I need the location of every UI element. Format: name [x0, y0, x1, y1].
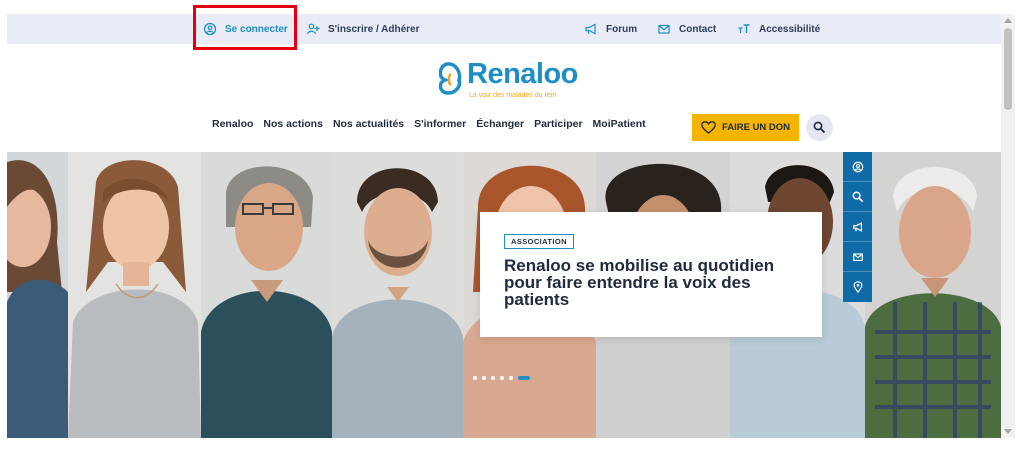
side-forum-button[interactable]	[843, 212, 872, 242]
utility-bar: Se connecter S'inscrire / Adhérer Forum …	[7, 14, 1001, 44]
search-icon	[813, 121, 826, 134]
envelope-icon	[658, 24, 670, 34]
carousel-dot[interactable]	[509, 376, 513, 380]
forum-label: Forum	[606, 23, 638, 35]
logo-tagline: La voix des malades du rein	[469, 92, 557, 99]
nav-item-s-informer[interactable]: S'informer	[414, 118, 466, 130]
contact-link[interactable]: Contact	[657, 14, 716, 44]
nav-item-moipatient[interactable]: MoiPatient	[593, 118, 646, 130]
scrollbar-thumb[interactable]	[1004, 28, 1012, 110]
accessibility-label: Accessibilité	[759, 23, 821, 35]
envelope-icon	[852, 252, 863, 261]
site-logo[interactable]: Renaloo La voix des malades du rein	[437, 58, 578, 103]
forum-link[interactable]: Forum	[584, 14, 637, 44]
side-account-button[interactable]	[843, 152, 872, 182]
side-search-button[interactable]	[843, 182, 872, 212]
scroll-up-arrow[interactable]	[1004, 18, 1012, 23]
register-link[interactable]: S'inscrire / Adhérer	[306, 14, 420, 44]
carousel-dots	[473, 376, 530, 380]
highlight-box	[193, 5, 297, 50]
nav-item-renaloo[interactable]: Renaloo	[212, 118, 253, 130]
contact-label: Contact	[679, 23, 717, 35]
nav-item-participer[interactable]: Participer	[534, 118, 582, 130]
nav-item-echanger[interactable]: Échanger	[476, 118, 524, 130]
side-location-button[interactable]	[843, 272, 872, 302]
side-contact-button[interactable]	[843, 242, 872, 272]
hero-photo	[68, 152, 201, 438]
search-icon	[852, 191, 863, 202]
megaphone-icon	[852, 221, 862, 232]
hero-photo	[7, 152, 68, 438]
hero-photo	[201, 152, 332, 438]
heart-icon	[701, 121, 716, 134]
hero-photo	[332, 152, 463, 438]
scroll-down-arrow[interactable]	[1004, 429, 1012, 434]
category-badge[interactable]: ASSOCIATION	[504, 234, 574, 249]
donate-button[interactable]: FAIRE UN DON	[692, 114, 799, 141]
nav-item-nos-actions[interactable]: Nos actions	[263, 118, 323, 130]
accessibility-link[interactable]: Accessibilité	[737, 14, 820, 44]
logo-wordmark: Renaloo	[467, 58, 578, 90]
location-pin-icon	[853, 281, 862, 293]
donate-label: FAIRE UN DON	[721, 122, 791, 133]
carousel-dot[interactable]	[500, 376, 504, 380]
hero-headline[interactable]: Renaloo se mobilise au quotidien pour fa…	[504, 257, 804, 308]
page: Se connecter S'inscrire / Adhérer Forum …	[0, 0, 1024, 450]
main-nav: Renaloo Nos actions Nos actualités S'inf…	[212, 118, 656, 130]
side-toolbar	[843, 152, 872, 302]
hero-photo	[865, 152, 1001, 438]
register-label: S'inscrire / Adhérer	[328, 23, 420, 35]
carousel-dot[interactable]	[482, 376, 486, 380]
kidney-logo-icon	[439, 62, 462, 95]
user-circle-icon	[852, 161, 863, 172]
carousel-dot[interactable]	[491, 376, 495, 380]
nav-item-nos-actualites[interactable]: Nos actualités	[333, 118, 404, 130]
text-size-icon	[738, 24, 750, 33]
carousel-dot-active[interactable]	[518, 376, 530, 380]
hero-card[interactable]: ASSOCIATION Renaloo se mobilise au quoti…	[480, 212, 822, 337]
scrollbar[interactable]	[1001, 14, 1015, 438]
carousel-dot[interactable]	[473, 376, 477, 380]
add-user-icon	[306, 23, 320, 35]
megaphone-icon	[585, 23, 596, 35]
search-button[interactable]	[806, 114, 833, 141]
